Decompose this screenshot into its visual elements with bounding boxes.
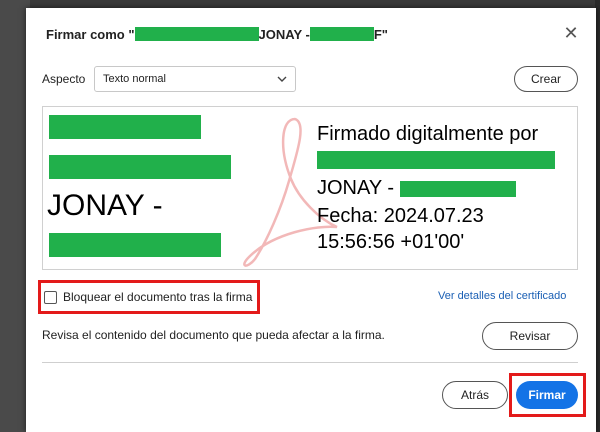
signature-preview: JONAY - Firmado digitalmente por JONAY -… — [42, 106, 578, 270]
lock-document-label: Bloquear el documento tras la firma — [63, 290, 253, 304]
title-prefix: Firmar como " — [46, 26, 135, 42]
back-button[interactable]: Atrás — [442, 381, 508, 409]
signature-info-name: JONAY - — [317, 177, 516, 200]
signature-info-heading: Firmado digitalmente por — [317, 123, 539, 145]
lock-document-checkbox[interactable] — [44, 290, 57, 304]
review-description: Revisa el contenido del documento que pu… — [42, 328, 385, 342]
sign-button[interactable]: Firmar — [516, 381, 578, 409]
title-suffix: F" — [373, 26, 388, 42]
sign-dialog: Firmar como " JONAY - F" ✕ Aspecto Texto… — [26, 8, 596, 432]
redacted-block — [49, 155, 231, 179]
create-button[interactable]: Crear — [514, 66, 578, 92]
signature-info-name-text: JONAY - — [317, 177, 400, 199]
signature-date: Fecha: 2024.07.23 — [317, 205, 484, 227]
certificate-details-link[interactable]: Ver detalles del certificado — [438, 290, 566, 302]
redacted-block — [309, 27, 374, 41]
title-middle: JONAY - — [258, 26, 310, 42]
redacted-block — [317, 151, 555, 169]
review-button[interactable]: Revisar — [482, 322, 578, 350]
dialog-title: Firmar como " JONAY - F" — [46, 22, 388, 46]
appearance-selected-value: Texto normal — [103, 73, 166, 85]
close-icon[interactable]: ✕ — [562, 24, 580, 42]
signature-name-line: JONAY - — [47, 189, 163, 222]
redacted-block — [134, 27, 259, 41]
appearance-select[interactable]: Texto normal — [94, 66, 296, 92]
signature-time: 15:56:56 +01'00' — [317, 231, 465, 253]
footer-divider — [42, 362, 578, 363]
chevron-down-icon — [277, 74, 287, 85]
redacted-block — [49, 115, 201, 139]
redacted-block — [399, 180, 516, 197]
appearance-label: Aspecto — [42, 72, 86, 86]
redacted-block — [49, 233, 221, 257]
lock-document-option[interactable]: Bloquear el documento tras la firma — [44, 290, 252, 304]
